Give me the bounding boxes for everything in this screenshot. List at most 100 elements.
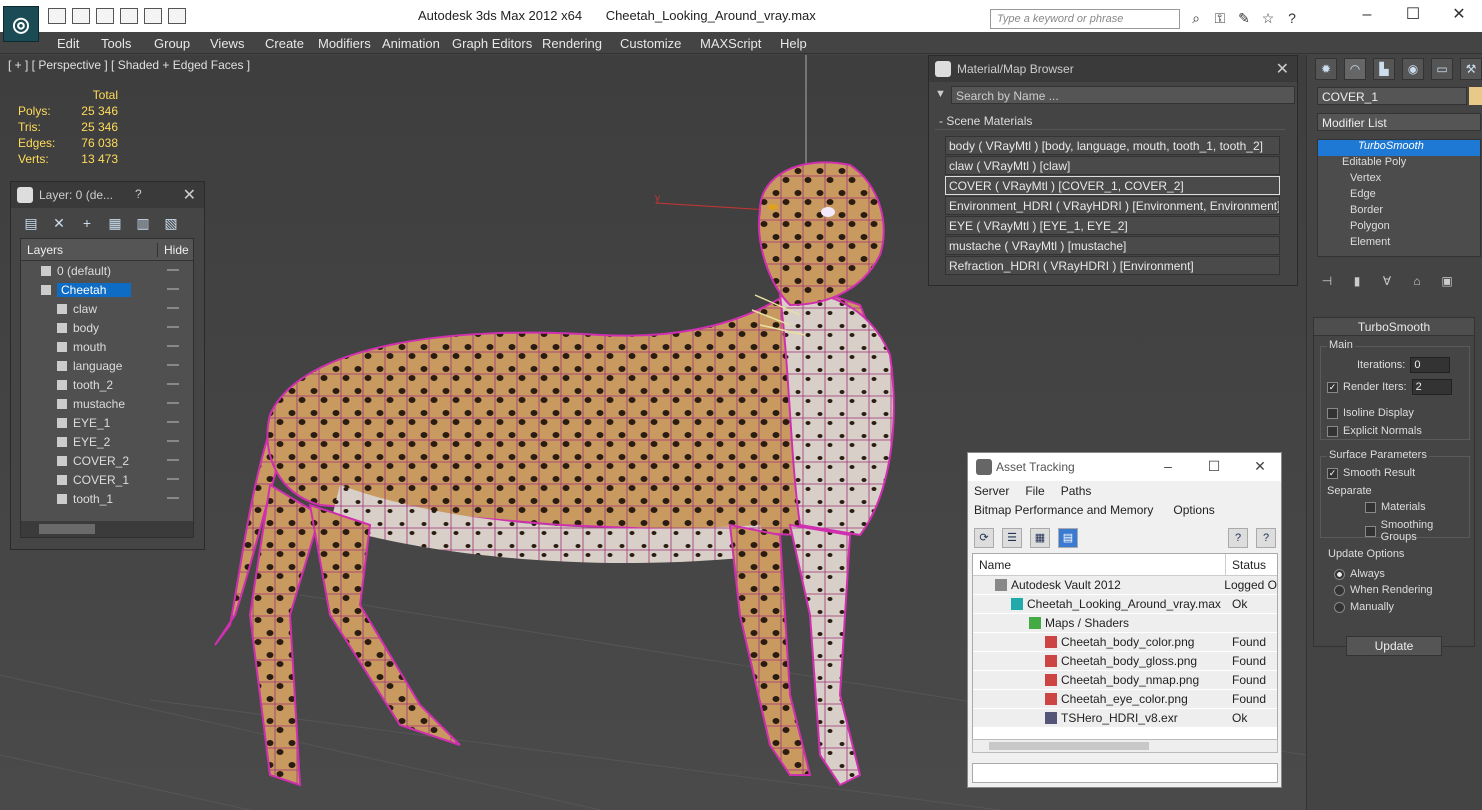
hide-toggle[interactable]	[167, 478, 179, 480]
show-end-result-icon[interactable]: ▮	[1347, 271, 1367, 291]
layer-row[interactable]: EYE_2	[21, 432, 193, 451]
close-icon[interactable]: ✕	[1237, 453, 1283, 481]
redo-icon[interactable]	[120, 8, 138, 24]
material-search-input[interactable]: Search by Name ...	[951, 86, 1295, 104]
column-layers[interactable]: Layers	[21, 243, 157, 257]
undo-icon[interactable]	[96, 8, 114, 24]
layer-row[interactable]: tooth_1	[21, 489, 193, 508]
layer-row[interactable]: COVER_2	[21, 451, 193, 470]
menu-group[interactable]: Group	[154, 36, 190, 51]
hide-toggle[interactable]	[167, 459, 179, 461]
menu-options[interactable]: Options	[1173, 503, 1214, 517]
hide-toggle[interactable]	[167, 326, 179, 328]
menu-bitmap-performance[interactable]: Bitmap Performance and Memory	[974, 503, 1153, 517]
menu-paths[interactable]: Paths	[1061, 484, 1092, 498]
column-name[interactable]: Name	[973, 554, 1226, 575]
hide-toggle[interactable]	[167, 440, 179, 442]
stack-item[interactable]: Editable Poly	[1318, 156, 1480, 172]
options-menu-icon[interactable]: ▼	[935, 88, 946, 100]
material-item[interactable]: mustache ( VRayMtl ) [mustache]	[945, 236, 1280, 255]
explicit-normals-checkbox[interactable]	[1327, 425, 1338, 437]
smoothing-groups-checkbox[interactable]	[1365, 525, 1376, 537]
asset-tracking-titlebar[interactable]: Asset Tracking – ☐ ✕	[968, 453, 1281, 481]
menu-edit[interactable]: Edit	[57, 36, 79, 51]
layer-row[interactable]: tooth_2	[21, 375, 193, 394]
material-browser-titlebar[interactable]: Material/Map Browser ✕	[929, 56, 1297, 82]
horizontal-scrollbar[interactable]	[21, 521, 193, 537]
materials-checkbox[interactable]	[1365, 501, 1376, 513]
asset-row[interactable]: Cheetah_body_color.png Found	[973, 633, 1277, 652]
asset-path-field[interactable]	[972, 763, 1278, 783]
save-icon[interactable]	[72, 8, 90, 24]
close-icon[interactable]: ✕	[183, 185, 196, 205]
display-tab-icon[interactable]: ▭	[1431, 58, 1453, 80]
close-icon[interactable]: ✕	[1436, 0, 1482, 32]
configure-sets-icon[interactable]: ▣	[1437, 271, 1457, 291]
column-status[interactable]: Status	[1226, 554, 1272, 575]
help-search-input[interactable]: Type a keyword or phrase	[990, 9, 1180, 29]
when-rendering-radio[interactable]	[1334, 584, 1345, 596]
layer-row[interactable]: mustache	[21, 394, 193, 413]
maximize-icon[interactable]: ☐	[1390, 0, 1436, 32]
material-item[interactable]: Refraction_HDRI ( VRayHDRI ) [Environmen…	[945, 256, 1280, 275]
material-item[interactable]: body ( VRayMtl ) [body, language, mouth,…	[945, 136, 1280, 155]
hide-toggle[interactable]	[167, 345, 179, 347]
object-name-field[interactable]: COVER_1	[1317, 87, 1467, 105]
menu-customize[interactable]: Customize	[620, 36, 681, 51]
help-icon[interactable]: ?	[135, 187, 142, 201]
hide-toggle[interactable]	[167, 402, 179, 404]
rollout-title[interactable]: TurboSmooth	[1314, 318, 1474, 336]
hide-toggle[interactable]	[167, 269, 179, 271]
object-color-swatch[interactable]	[1469, 87, 1482, 105]
maximize-icon[interactable]: ☐	[1191, 453, 1237, 481]
hide-toggle[interactable]	[167, 421, 179, 423]
layer-panel-titlebar[interactable]: Layer: 0 (de... ? ✕	[11, 182, 204, 208]
thumbnail-view-icon[interactable]: ▦	[1030, 528, 1050, 548]
hide-toggle[interactable]	[167, 288, 179, 290]
layer-row[interactable]: mouth	[21, 337, 193, 356]
utilities-tab-icon[interactable]: ⚒	[1460, 58, 1482, 80]
add-to-layer-icon[interactable]: +	[77, 213, 97, 233]
asset-row[interactable]: Cheetah_body_gloss.png Found	[973, 652, 1277, 671]
favorites-star-icon[interactable]: ☆	[1260, 10, 1276, 26]
material-item[interactable]: COVER ( VRayMtl ) [COVER_1, COVER_2]	[945, 176, 1280, 195]
refresh-icon[interactable]: ⟳	[974, 528, 994, 548]
viewport-label[interactable]: [ + ] [ Perspective ] [ Shaded + Edged F…	[8, 58, 250, 72]
remove-modifier-icon[interactable]: ⌂	[1407, 271, 1427, 291]
iterations-spinner[interactable]: 0	[1410, 357, 1451, 373]
minimize-icon[interactable]: –	[1145, 453, 1191, 481]
stack-item[interactable]: Border	[1318, 204, 1480, 220]
minimize-icon[interactable]: –	[1344, 0, 1390, 32]
table-view-icon[interactable]: ▤	[1058, 528, 1078, 548]
menu-help[interactable]: Help	[780, 36, 807, 51]
asset-row[interactable]: Cheetah_body_nmap.png Found	[973, 671, 1277, 690]
render-iters-spinner[interactable]: 2	[1411, 379, 1452, 395]
layer-row[interactable]: EYE_1	[21, 413, 193, 432]
asset-row[interactable]: Maps / Shaders	[973, 614, 1277, 633]
material-item[interactable]: claw ( VRayMtl ) [claw]	[945, 156, 1280, 175]
menu-maxscript[interactable]: MAXScript	[700, 36, 761, 51]
list-view-icon[interactable]: ☰	[1002, 528, 1022, 548]
isoline-checkbox[interactable]	[1327, 407, 1338, 419]
binoculars-icon[interactable]: ⌕	[1188, 10, 1204, 26]
menu-server[interactable]: Server	[974, 484, 1009, 498]
layer-row[interactable]: claw	[21, 299, 193, 318]
stack-item[interactable]: Element	[1318, 236, 1480, 252]
open-icon[interactable]	[48, 8, 66, 24]
column-hide[interactable]: Hide	[157, 242, 189, 257]
always-radio[interactable]	[1334, 568, 1345, 580]
update-button[interactable]: Update	[1346, 636, 1442, 656]
stack-item[interactable]: Edge	[1318, 188, 1480, 204]
stack-item[interactable]: Vertex	[1318, 172, 1480, 188]
project-folder-icon[interactable]	[144, 8, 162, 24]
help-icon[interactable]: ?	[1228, 528, 1248, 548]
hide-all-icon[interactable]: ▧	[161, 213, 181, 233]
menu-create[interactable]: Create	[265, 36, 304, 51]
manually-radio[interactable]	[1334, 601, 1345, 613]
stack-item[interactable]: Polygon	[1318, 220, 1480, 236]
stack-item[interactable]: TurboSmooth	[1318, 140, 1480, 156]
subscription-icon[interactable]: ✎	[1236, 10, 1252, 26]
asset-row[interactable]: Cheetah_eye_color.png Found	[973, 690, 1277, 709]
material-item[interactable]: Environment_HDRI ( VRayHDRI ) [Environme…	[945, 196, 1280, 215]
hierarchy-tab-icon[interactable]: ▙	[1373, 58, 1395, 80]
